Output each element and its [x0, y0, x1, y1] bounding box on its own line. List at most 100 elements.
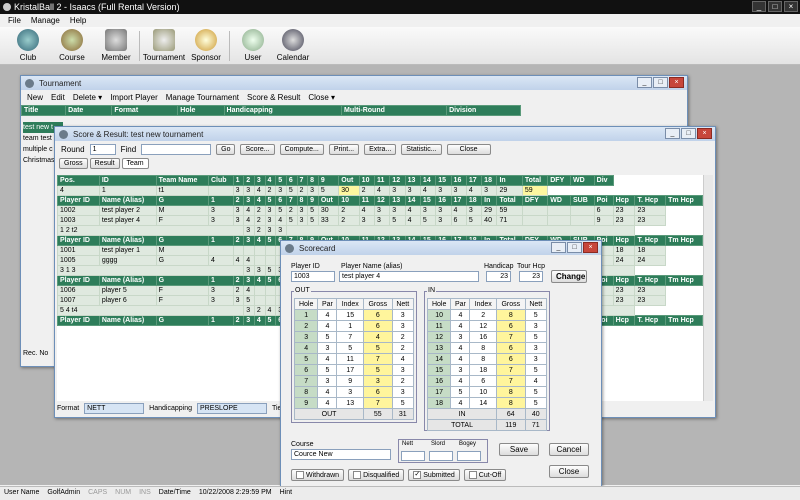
player-row[interactable]: 1002 test player 2 M 3 3 4 2 3 5 2 3 5 30 2 4 3 3 4 3 3 4 3 29… — [57, 205, 703, 216]
player-row[interactable]: 1003 test player 4 F 3 3 4 2 3 4 5 3 5 33 2 3 3 5 4 5 3 6 5 40… — [57, 215, 703, 226]
minimize-button[interactable]: _ — [752, 1, 766, 12]
player-name-field[interactable]: test player 4 — [339, 271, 479, 282]
gross-input[interactable]: 8 — [496, 397, 526, 409]
statistic-button[interactable]: Statistic... — [401, 144, 442, 155]
change-button[interactable]: Change — [551, 270, 587, 283]
gross-input[interactable]: 6 — [496, 342, 526, 354]
handicap-field[interactable]: 23 — [486, 271, 511, 282]
gross-input[interactable]: 5 — [363, 364, 393, 376]
min-button[interactable]: _ — [665, 128, 680, 139]
status-bar: User Name GolfAdmin CAPS NUM INS Date/Ti… — [0, 486, 800, 500]
print-button[interactable]: Print... — [328, 144, 360, 155]
menu-help[interactable]: Help — [70, 16, 86, 25]
gross-input[interactable]: 6 — [496, 353, 526, 365]
score-result-button[interactable]: Score & Result — [247, 93, 300, 102]
max-button[interactable]: □ — [567, 242, 582, 253]
gross-input[interactable]: 6 — [496, 320, 526, 332]
go-button[interactable]: Go — [216, 144, 236, 155]
member-button[interactable]: Member — [96, 29, 136, 62]
team-row[interactable]: 4 1 t1 3 3 4 2 3 5 2 3 5 30 2 4 3 3 4 3 3 4 3 29 59 — [57, 185, 703, 196]
cell: 4 — [404, 215, 421, 226]
compute-button[interactable]: Compute... — [279, 144, 324, 155]
delete-button[interactable]: Delete ▾ — [73, 93, 102, 102]
tab-gross[interactable]: Gross — [59, 158, 88, 169]
gross-input[interactable]: 7 — [496, 331, 526, 343]
max-button[interactable]: □ — [653, 77, 668, 88]
score-button[interactable]: Score... — [240, 144, 275, 155]
vertical-scrollbar[interactable] — [703, 175, 713, 401]
total-row: TOTAL 119 71 — [426, 419, 547, 431]
gross-input[interactable]: 6 — [363, 386, 393, 398]
close-button[interactable]: × — [583, 242, 598, 253]
player-id-field[interactable]: 1003 — [291, 271, 335, 282]
max-button[interactable]: □ — [681, 128, 696, 139]
close-menu-button[interactable]: Close ▾ — [308, 93, 335, 102]
close-button[interactable]: × — [784, 1, 798, 12]
import-player-button[interactable]: Import Player — [110, 93, 158, 102]
gross-input[interactable]: 8 — [496, 309, 526, 321]
withdrawn-checkbox[interactable]: Withdrawn — [291, 469, 345, 481]
user-button[interactable]: User — [233, 29, 273, 62]
column-header: 2 — [232, 195, 245, 206]
column-header: Player ID — [57, 315, 100, 326]
menu-manage[interactable]: Manage — [31, 16, 60, 25]
cutoff-checkbox[interactable]: Cut-Off — [463, 469, 507, 481]
team-row[interactable]: 1 2 t2 3 2 3 3 — [57, 225, 703, 236]
sponsor-button[interactable]: Sponsor — [186, 29, 226, 62]
cell: 10 — [426, 309, 452, 321]
find-input[interactable] — [141, 144, 212, 155]
cell: 4 — [450, 353, 471, 365]
edit-button[interactable]: Edit — [51, 93, 65, 102]
gross-input[interactable]: 7 — [496, 375, 526, 387]
manage-tournament-button[interactable]: Manage Tournament — [166, 93, 239, 102]
cell: 5 — [524, 386, 547, 398]
save-button[interactable]: Save — [499, 443, 539, 456]
gross-input[interactable]: 6 — [363, 320, 393, 332]
cell: 17 — [336, 364, 365, 376]
round-select[interactable]: 1 — [89, 144, 116, 155]
column-header: Tm Hcp — [665, 235, 703, 246]
cell: 4 — [232, 255, 245, 266]
gross-input[interactable]: 8 — [496, 386, 526, 398]
tour-hcp-field[interactable]: 23 — [519, 271, 543, 282]
cell: 4 — [373, 185, 391, 196]
maximize-button[interactable]: □ — [768, 1, 782, 12]
course-field[interactable]: Cource New — [291, 449, 391, 460]
tab-result[interactable]: Result — [89, 158, 120, 169]
submitted-checkbox[interactable]: ✓ Submitted — [408, 469, 460, 481]
column-header: DFY — [547, 175, 571, 186]
gross-input[interactable]: 5 — [363, 342, 393, 354]
extra-button[interactable]: Extra... — [364, 144, 397, 155]
new-button[interactable]: New — [27, 93, 43, 102]
min-button[interactable]: _ — [637, 77, 652, 88]
close-button[interactable]: × — [697, 128, 712, 139]
disqualified-checkbox[interactable]: Disqualified — [348, 469, 405, 481]
gross-input[interactable]: 4 — [363, 331, 393, 343]
cell — [285, 225, 636, 236]
nett-stat-field — [401, 451, 425, 461]
menu-file[interactable]: File — [8, 16, 21, 25]
gross-input[interactable]: 7 — [363, 397, 393, 409]
gross-input[interactable]: 7 — [496, 364, 526, 376]
tournament-button[interactable]: Tournament — [142, 29, 186, 62]
club-button[interactable]: Club — [8, 29, 48, 62]
column-header: Tm Hcp — [665, 195, 703, 206]
column-header: T. Hcp — [634, 195, 667, 206]
header-row: Hole Par Index Gross Nett — [293, 298, 414, 310]
cell: 4 — [419, 185, 437, 196]
cell: 1003 — [57, 215, 100, 226]
close-button[interactable]: Close — [446, 144, 491, 155]
close-button[interactable]: × — [669, 77, 684, 88]
tab-team[interactable]: Team — [121, 158, 149, 169]
gross-input[interactable]: 6 — [363, 309, 393, 321]
column-header: 5 — [264, 275, 277, 286]
calendar-button[interactable]: Calendar — [273, 29, 313, 62]
gross-input[interactable]: 7 — [363, 353, 393, 365]
min-button[interactable]: _ — [551, 242, 566, 253]
close-button[interactable]: Close — [549, 465, 589, 478]
course-button[interactable]: Course — [52, 29, 92, 62]
cancel-button[interactable]: Cancel — [549, 443, 589, 456]
cell: 4 — [253, 185, 266, 196]
slord-stat-field — [429, 451, 453, 461]
gross-input[interactable]: 3 — [363, 375, 393, 387]
